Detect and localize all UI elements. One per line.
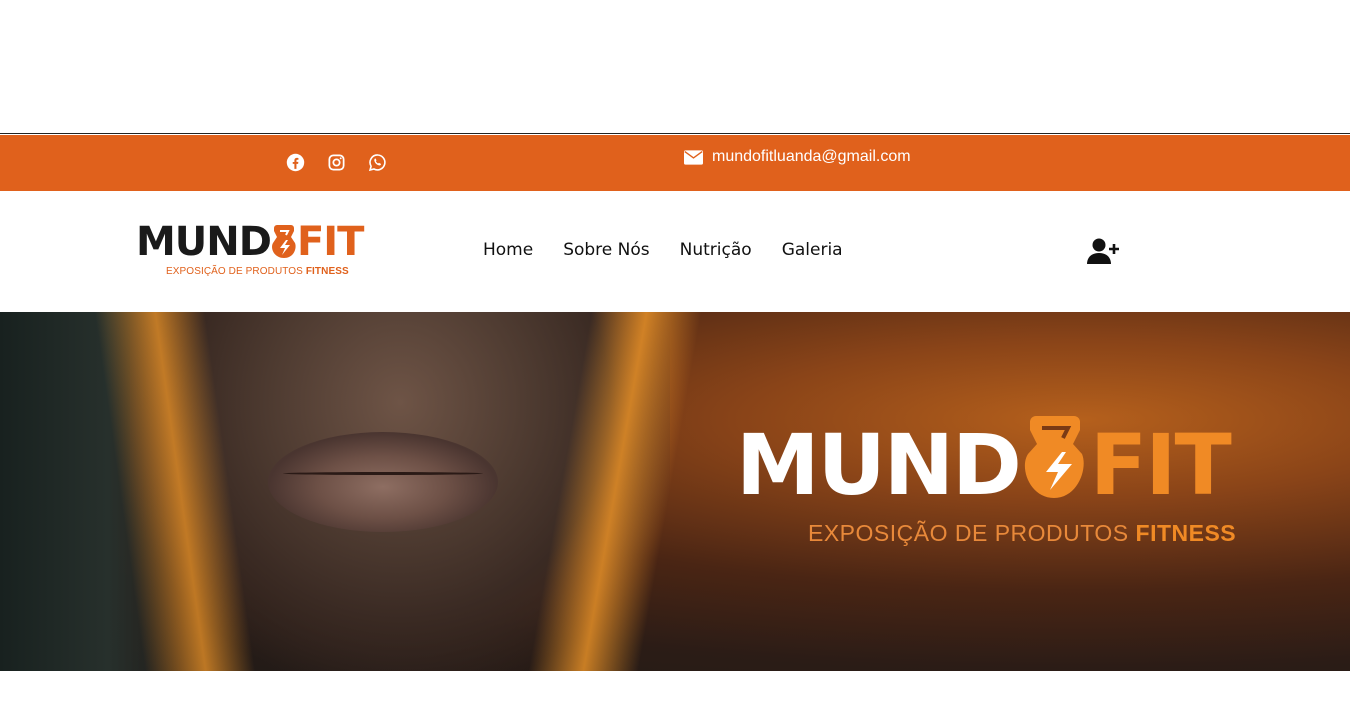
kettlebell-bolt-icon	[271, 221, 297, 261]
hero-brand-word-white: MUND	[736, 416, 1022, 514]
hero-tagline-regular: EXPOSIÇÃO DE PRODUTOS	[808, 520, 1136, 546]
envelope-icon	[684, 149, 703, 165]
logo-word-dark: MUND	[136, 219, 272, 265]
top-blank-area	[0, 0, 1350, 134]
hero-brand-word-orange: FIT	[1089, 416, 1232, 514]
nav-item-sobre-nos[interactable]: Sobre Nós	[563, 240, 649, 260]
whatsapp-icon[interactable]	[368, 153, 387, 172]
social-links	[286, 153, 387, 172]
logo-tagline: EXPOSIÇÃO DE PRODUTOS FITNESS	[166, 266, 349, 277]
hero-tagline: EXPOSIÇÃO DE PRODUTOS FITNESS	[808, 520, 1236, 547]
hero-lipline	[283, 472, 483, 475]
page: mundofitluanda@gmail.com MUND FIT EXPOSIÇ…	[0, 0, 1366, 728]
nav-menu: Home Sobre Nós Nutrição Galeria	[483, 240, 843, 260]
top-bar: mundofitluanda@gmail.com	[0, 135, 1350, 191]
instagram-icon[interactable]	[327, 153, 346, 172]
nav-item-home[interactable]: Home	[483, 240, 533, 260]
logo-word-orange: FIT	[296, 219, 364, 265]
nav-item-galeria[interactable]: Galeria	[782, 240, 843, 260]
hero-lips	[268, 432, 498, 532]
logo-tagline-bold: FITNESS	[305, 266, 349, 277]
hero-brand-logo: MUND FIT EXPOSIÇÃO DE PRODUTOS FITNESS	[736, 412, 1276, 552]
hero-kettlebell-bolt-icon	[1020, 412, 1090, 504]
email-text: mundofitluanda@gmail.com	[712, 148, 911, 165]
contact-email[interactable]: mundofitluanda@gmail.com	[684, 148, 911, 166]
user-plus-icon[interactable]	[1086, 237, 1120, 265]
hero-tagline-bold: FITNESS	[1135, 520, 1237, 546]
hero-banner: MUND FIT EXPOSIÇÃO DE PRODUTOS FITNESS	[0, 312, 1350, 671]
site-logo[interactable]: MUND FIT EXPOSIÇÃO DE PRODUTOS FITNESS	[136, 221, 366, 283]
main-nav-bar: MUND FIT EXPOSIÇÃO DE PRODUTOS FITNESS Ho…	[0, 191, 1350, 312]
nav-item-nutricao[interactable]: Nutrição	[680, 240, 752, 260]
logo-tagline-regular: EXPOSIÇÃO DE PRODUTOS	[166, 266, 306, 277]
facebook-icon[interactable]	[286, 153, 305, 172]
